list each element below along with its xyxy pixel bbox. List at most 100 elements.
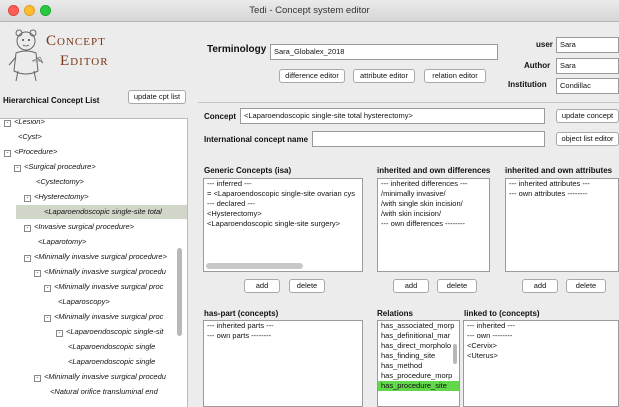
list-item[interactable]: --- inherited parts --- (204, 321, 362, 331)
list-item[interactable]: <Uterus> (464, 351, 618, 361)
list-item[interactable]: --- inferred --- (204, 179, 362, 189)
terminology-field[interactable]: Sara_Globalex_2018 (270, 44, 498, 60)
tree-item[interactable]: - <Minimally invasive surgical procedu (0, 370, 187, 384)
generic-add-button[interactable]: add (244, 279, 280, 293)
tree-item-label: <Laparoendoscopic single (68, 342, 156, 351)
tree-item-label: <Invasive surgical procedure> (34, 222, 135, 231)
tree-item[interactable]: - <Invasive surgical procedure> (0, 220, 187, 234)
concept-field[interactable]: <Laparoendoscopic single-site total hyst… (240, 108, 545, 124)
differences-add-button[interactable]: add (393, 279, 429, 293)
tree-item-label: <Laparoscopy> (58, 297, 110, 306)
differences-delete-button[interactable]: delete (437, 279, 477, 293)
tree-item[interactable]: <Cystectomy> (0, 175, 187, 189)
institution-label: Institution (508, 80, 547, 89)
tree-item[interactable]: - <Lesion> (0, 119, 187, 129)
tree-item[interactable]: <Natural orifice transluminal end (0, 385, 187, 399)
relation-item[interactable]: has_direct_morpholo (378, 341, 459, 351)
list-item[interactable]: --- inherited attributes --- (506, 179, 618, 189)
list-item[interactable]: --- own attributes -------- (506, 189, 618, 199)
list-item[interactable]: --- inherited --- (464, 321, 618, 331)
collapse-toggle-icon[interactable]: - (24, 255, 31, 262)
tree-item-label: <Hysterectomy> (34, 192, 89, 201)
attributes-heading: inherited and own attributes (505, 166, 613, 175)
tree-item[interactable]: <Cyst> (0, 130, 187, 144)
collapse-toggle-icon[interactable]: - (24, 225, 31, 232)
collapse-toggle-icon[interactable]: - (4, 120, 11, 127)
concept-tree[interactable]: - <Lesion> <Cyst> - <Procedure> - <Surgical pr… (0, 118, 188, 407)
list-item[interactable]: <Laparoendoscopic single-site surgery> (204, 219, 362, 229)
update-concept-list-button[interactable]: update cpt list (128, 90, 186, 104)
list-item[interactable]: <Cervix> (464, 341, 618, 351)
list-item[interactable]: --- own parts -------- (204, 331, 362, 341)
tree-item[interactable]: - <Hysterectomy> (0, 190, 187, 204)
generic-hscrollbar[interactable] (206, 263, 303, 269)
list-item[interactable]: <Hysterectomy> (204, 209, 362, 219)
collapse-toggle-icon[interactable]: - (24, 195, 31, 202)
logo-title-line1: Concept (46, 33, 106, 49)
tree-item[interactable]: - <Minimally invasive surgical proc (0, 310, 187, 324)
collapse-toggle-icon[interactable]: - (56, 330, 63, 337)
tree-item[interactable]: - <Minimally invasive surgical procedure> (0, 250, 187, 264)
tree-item-label: <Laparoendoscopic single (68, 357, 156, 366)
difference-editor-button[interactable]: difference editor (279, 69, 345, 83)
list-item[interactable]: /with single skin incision/ (378, 199, 489, 209)
object-list-editor-button[interactable]: object list editor (556, 132, 619, 146)
relation-item[interactable]: has_procedure_site (378, 381, 459, 391)
international-name-field[interactable] (312, 131, 545, 147)
tree-item-label: <Procedure> (14, 147, 58, 156)
relation-item[interactable]: has_method (378, 361, 459, 371)
generic-delete-button[interactable]: delete (289, 279, 325, 293)
relations-list[interactable]: has_associated_morp has_definitional_mar h… (377, 320, 460, 407)
collapse-toggle-icon[interactable]: - (4, 150, 11, 157)
tree-item[interactable]: - <Surgical procedure> (0, 160, 187, 174)
tree-item[interactable]: - <Minimally invasive surgical proc (0, 280, 187, 294)
tree-item[interactable]: <Laparoendoscopic single (0, 355, 187, 369)
concept-label: Concept (204, 112, 236, 121)
collapse-toggle-icon[interactable]: - (44, 315, 51, 322)
list-item[interactable]: --- inherited differences --- (378, 179, 489, 189)
tree-item-label: <Minimally invasive surgical procedu (44, 372, 166, 381)
tree-item[interactable]: <Laparoscopy> (0, 295, 187, 309)
attribute-editor-button[interactable]: attribute editor (353, 69, 415, 83)
relation-item[interactable]: has_procedure_morp (378, 371, 459, 381)
tree-item-label: <Minimally invasive surgical procedure> (34, 252, 167, 261)
attributes-list[interactable]: --- inherited attributes --- --- own attr… (505, 178, 619, 272)
list-item[interactable]: --- own -------- (464, 331, 618, 341)
linked-to-list[interactable]: --- inherited --- --- own -------- <Cervix… (463, 320, 619, 407)
has-part-list[interactable]: --- inherited parts --- --- own parts ---… (203, 320, 363, 407)
relation-editor-button[interactable]: relation editor (424, 69, 486, 83)
update-concept-button[interactable]: update concept (556, 109, 619, 123)
list-item[interactable]: /with skin incision/ (378, 209, 489, 219)
collapse-toggle-icon[interactable]: - (14, 165, 21, 172)
institution-field[interactable]: Condillac (556, 78, 619, 94)
differences-list[interactable]: --- inherited differences ---/minimally … (377, 178, 490, 272)
tree-item[interactable]: - <Procedure> (0, 145, 187, 159)
tree-scrollbar[interactable] (177, 248, 182, 336)
relations-scrollbar[interactable] (453, 344, 457, 364)
tree-item[interactable]: <Laparoendoscopic single-site total (16, 205, 187, 219)
tree-item[interactable]: - <Minimally invasive surgical procedu (0, 265, 187, 279)
relation-item[interactable]: has_associated_morp (378, 321, 459, 331)
relation-item[interactable]: has_definitional_mar (378, 331, 459, 341)
list-item[interactable]: --- own differences -------- (378, 219, 489, 229)
user-field[interactable]: Sara (556, 37, 619, 53)
relation-item[interactable]: has_finding_site (378, 351, 459, 361)
international-name-label: International concept name (204, 135, 309, 144)
list-item[interactable]: = <Laparoendoscopic single-site ovarian … (204, 189, 362, 199)
list-item[interactable]: /minimally invasive/ (378, 189, 489, 199)
attributes-delete-button[interactable]: delete (566, 279, 606, 293)
collapse-toggle-icon[interactable]: - (44, 285, 51, 292)
generic-concepts-list[interactable]: --- inferred --- = <Laparoendoscopic sing… (203, 178, 363, 272)
tree-item[interactable]: <Laparoendoscopic single (0, 340, 187, 354)
collapse-toggle-icon[interactable]: - (34, 375, 41, 382)
collapse-toggle-icon[interactable]: - (34, 270, 41, 277)
concept-list-heading: Hierarchical Concept List (3, 96, 100, 105)
list-item[interactable]: --- declared --- (204, 199, 362, 209)
window-title: Tedi - Concept system editor (249, 5, 370, 16)
tree-item-label: <Laparotomy> (38, 237, 87, 246)
tree-item[interactable]: - <Laparoendoscopic single-sit (0, 325, 187, 339)
tree-item[interactable]: <Laparotomy> (0, 235, 187, 249)
author-field[interactable]: Sara (556, 58, 619, 74)
attributes-add-button[interactable]: add (522, 279, 558, 293)
linked-to-heading: linked to (concepts) (464, 309, 540, 318)
